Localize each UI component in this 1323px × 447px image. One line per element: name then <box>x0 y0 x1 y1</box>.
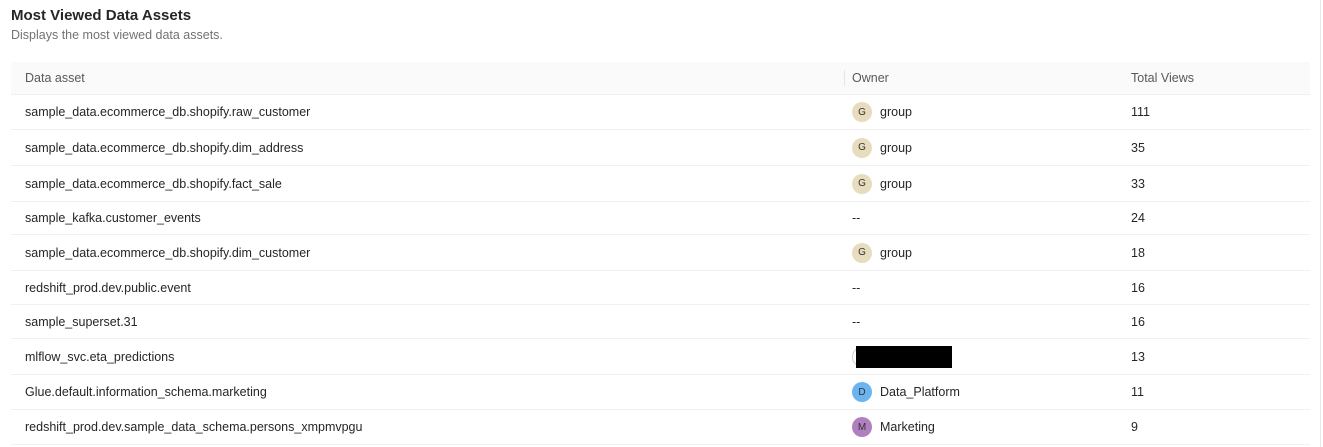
owner-cell: Ggroup <box>852 242 912 263</box>
owner-cell: Ggroup <box>852 173 912 194</box>
total-views: 16 <box>1131 280 1145 295</box>
owner-cell: Ggroup <box>852 137 912 158</box>
table-row[interactable]: redshift_prod.dev.sample_data_schema.per… <box>11 410 1310 445</box>
asset-name-link[interactable]: sample_data.ecommerce_db.shopify.dim_cus… <box>25 246 310 260</box>
owner-name-link[interactable]: group <box>880 141 912 155</box>
asset-name-link[interactable]: sample_superset.31 <box>25 315 138 329</box>
column-header-total-views[interactable]: Total Views <box>1131 71 1194 85</box>
column-divider <box>844 70 845 86</box>
asset-name-link[interactable]: redshift_prod.dev.public.event <box>25 281 191 295</box>
column-header-data-asset[interactable]: Data asset <box>25 71 85 85</box>
asset-name-link[interactable]: sample_data.ecommerce_db.shopify.fact_sa… <box>25 177 282 191</box>
card-subtitle: Displays the most viewed data assets. <box>11 28 223 42</box>
owner-empty: -- <box>852 211 861 225</box>
owner-name-link[interactable]: Marketing <box>880 420 935 434</box>
total-views: 24 <box>1131 211 1145 225</box>
owner-avatar: G <box>852 137 872 158</box>
owner-name-link[interactable]: group <box>880 105 912 119</box>
table-row[interactable]: sample_kafka.customer_events -- 24 <box>11 202 1310 235</box>
owner-avatar: G <box>852 102 872 122</box>
table-header: Data asset Owner Total Views <box>11 62 1310 95</box>
total-views: 18 <box>1131 245 1145 260</box>
table-row[interactable]: sample_superset.31 -- 16 <box>11 305 1310 339</box>
assets-table: Data asset Owner Total Views sample_data… <box>11 62 1310 445</box>
redacted-owner <box>856 345 952 368</box>
owner-empty: -- <box>852 280 861 295</box>
table-row[interactable]: sample_data.ecommerce_db.shopify.raw_cus… <box>11 95 1310 130</box>
owner-avatar: M <box>852 417 872 437</box>
total-views: 33 <box>1131 176 1145 191</box>
owner-empty: -- <box>852 314 861 329</box>
card-title: Most Viewed Data Assets <box>11 7 192 24</box>
owner-cell: D Data_Platform <box>852 382 960 402</box>
total-views: 16 <box>1131 314 1145 329</box>
owner-name-link[interactable]: group <box>880 177 912 191</box>
table-row[interactable]: sample_data.ecommerce_db.shopify.fact_sa… <box>11 166 1310 202</box>
total-views: 9 <box>1131 420 1138 434</box>
owner-cell: M Marketing <box>852 417 935 437</box>
owner-avatar: G <box>852 173 872 194</box>
asset-name-link[interactable]: sample_kafka.customer_events <box>25 211 201 225</box>
asset-name-link[interactable]: sample_data.ecommerce_db.shopify.dim_add… <box>25 141 303 155</box>
asset-name-link[interactable]: Glue.default.information_schema.marketin… <box>25 385 267 399</box>
column-header-owner[interactable]: Owner <box>852 71 889 85</box>
total-views: 11 <box>1131 385 1144 399</box>
table-row[interactable]: sample_data.ecommerce_db.shopify.dim_add… <box>11 130 1310 166</box>
table-body: sample_data.ecommerce_db.shopify.raw_cus… <box>11 95 1310 445</box>
total-views: 13 <box>1131 349 1145 364</box>
total-views: 35 <box>1131 140 1145 155</box>
table-row[interactable]: redshift_prod.dev.public.event -- 16 <box>11 271 1310 305</box>
owner-cell: -- <box>852 211 860 225</box>
owner-name-link[interactable]: group <box>880 246 912 260</box>
owner-cell: Ggroup <box>852 102 912 122</box>
owner-avatar: D <box>852 382 872 402</box>
asset-name-link[interactable]: redshift_prod.dev.sample_data_schema.per… <box>25 420 362 434</box>
table-row[interactable]: sample_data.ecommerce_db.shopify.dim_cus… <box>11 235 1310 271</box>
table-row[interactable]: Glue.default.information_schema.marketin… <box>11 375 1310 410</box>
owner-cell <box>852 345 952 368</box>
owner-name-link[interactable]: Data_Platform <box>880 385 960 399</box>
total-views: 111 <box>1131 105 1151 119</box>
owner-cell: -- <box>852 315 860 329</box>
table-row[interactable]: mlflow_svc.eta_predictions 13 <box>11 339 1310 375</box>
owner-cell: -- <box>852 281 860 295</box>
owner-avatar: G <box>852 242 872 263</box>
most-viewed-assets-card: Most Viewed Data Assets Displays the mos… <box>0 0 1321 447</box>
asset-name-link[interactable]: sample_data.ecommerce_db.shopify.raw_cus… <box>25 105 310 119</box>
asset-name-link[interactable]: mlflow_svc.eta_predictions <box>25 350 174 364</box>
